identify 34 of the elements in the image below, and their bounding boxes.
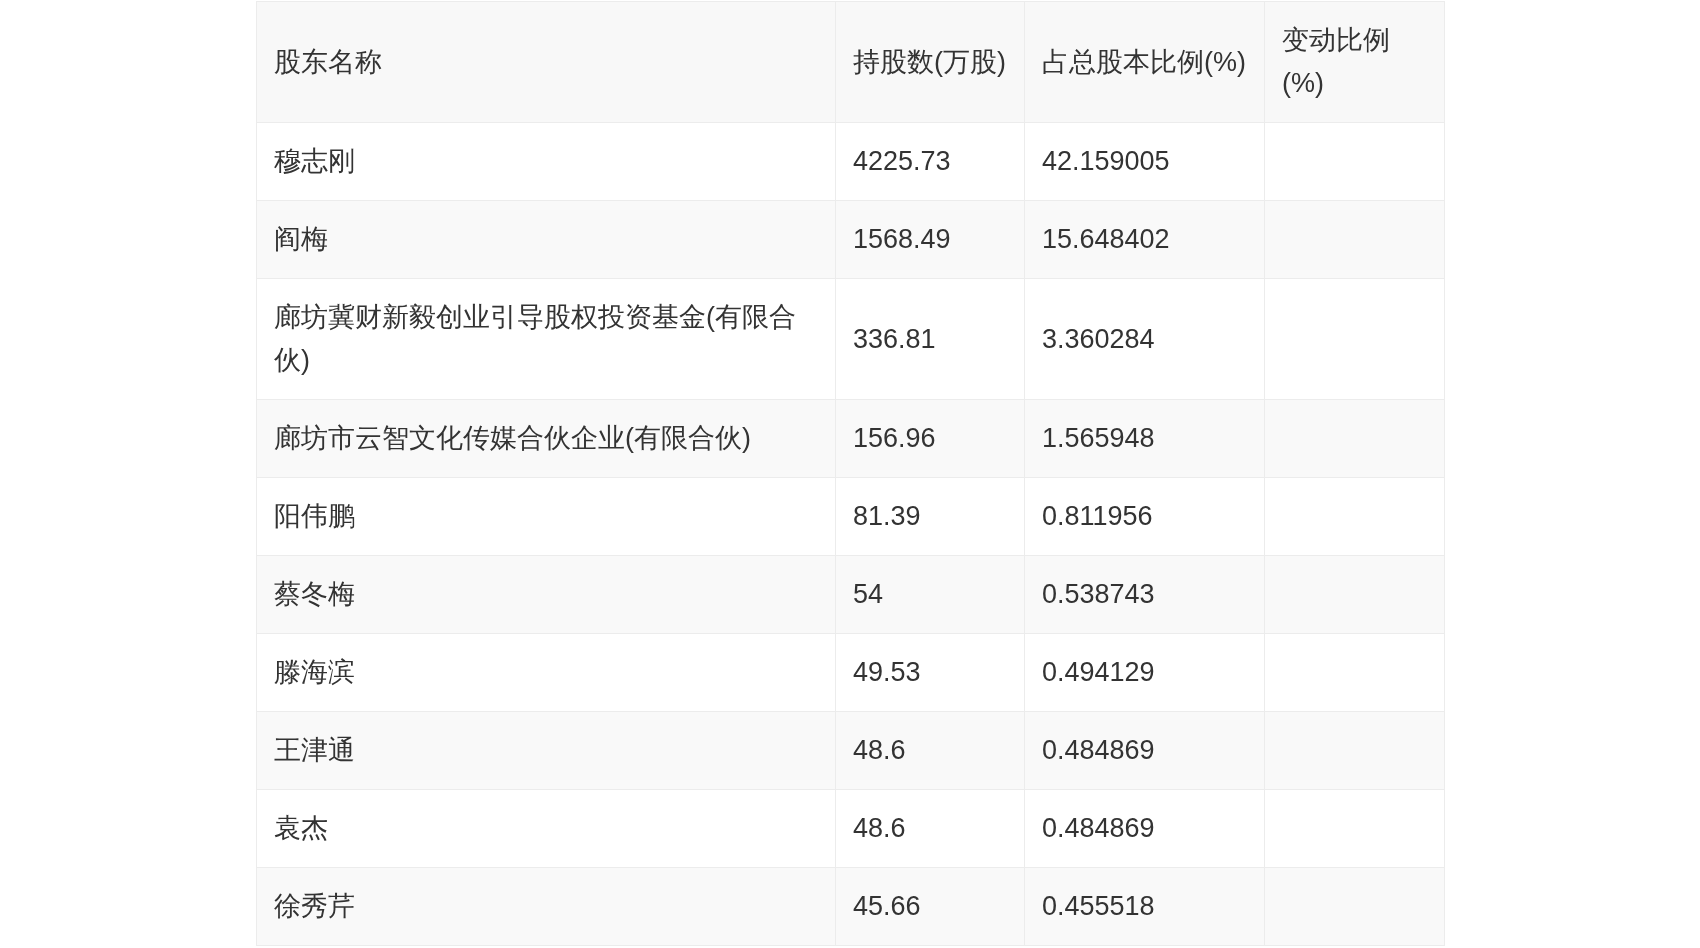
column-header: 占总股本比例(%)	[1024, 1, 1265, 123]
table-cell: 0.484869	[1024, 711, 1265, 790]
table-cell: 1.565948	[1024, 399, 1265, 478]
table-cell: 45.66	[835, 867, 1025, 946]
table-cell: 1568.49	[835, 200, 1025, 279]
table-cell: 3.360284	[1024, 278, 1265, 400]
table-cell: 0.484869	[1024, 789, 1265, 868]
table-cell: 蔡冬梅	[256, 555, 836, 634]
table-cell: 42.159005	[1024, 122, 1265, 201]
table-cell: 0.538743	[1024, 555, 1265, 634]
table-cell: 徐秀芹	[256, 867, 836, 946]
table-cell: 48.6	[835, 789, 1025, 868]
table-cell: 滕海滨	[256, 633, 836, 712]
table-cell: 王津通	[256, 711, 836, 790]
table-cell: 0.811956	[1024, 477, 1265, 556]
table-cell: 阳伟鹏	[256, 477, 836, 556]
table-cell: 48.6	[835, 711, 1025, 790]
table-cell: 156.96	[835, 399, 1025, 478]
column-header: 股东名称	[256, 1, 836, 123]
table-cell: 81.39	[835, 477, 1025, 556]
table-cell: 袁杰	[256, 789, 836, 868]
table-cell: 0.494129	[1024, 633, 1265, 712]
table-cell: 54	[835, 555, 1025, 634]
table-cell: 336.81	[835, 278, 1025, 400]
column-header: 变动比例(%)	[1264, 1, 1445, 123]
table-cell: 廊坊市云智文化传媒合伙企业(有限合伙)	[256, 399, 836, 478]
table-cell: 阎梅	[256, 200, 836, 279]
table-cell: 0.455518	[1024, 867, 1265, 946]
column-header: 持股数(万股)	[835, 1, 1025, 123]
table-cell: 15.648402	[1024, 200, 1265, 279]
table-cell: 49.53	[835, 633, 1025, 712]
table-cell: 廊坊冀财新毅创业引导股权投资基金(有限合伙)	[256, 278, 836, 400]
table-cell: 穆志刚	[256, 122, 836, 201]
table-cell: 4225.73	[835, 122, 1025, 201]
